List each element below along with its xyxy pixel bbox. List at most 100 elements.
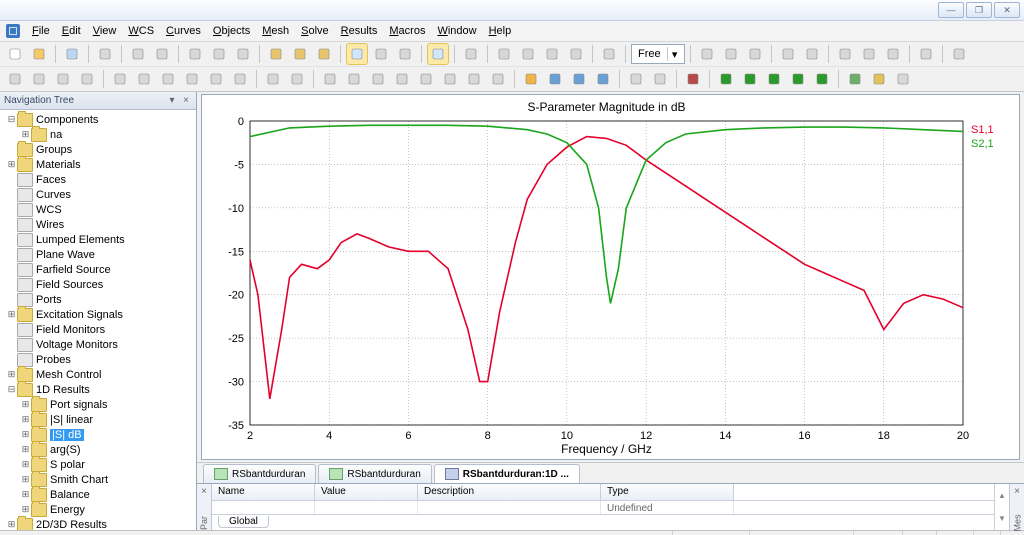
tb2-icon-22[interactable] [487,68,509,90]
expand-icon[interactable]: ⊞ [20,130,31,140]
expand-icon[interactable]: ⊞ [20,505,31,515]
tb2-icon-40[interactable] [844,68,866,90]
fit-icon[interactable] [394,43,416,65]
props-col-value[interactable]: Value [315,484,418,500]
menu-results[interactable]: Results [335,22,384,40]
tb2-icon-38[interactable] [811,68,833,90]
cut-icon[interactable] [232,43,254,65]
axis-icon[interactable] [720,43,742,65]
tb2-icon-9[interactable] [205,68,227,90]
expand-icon[interactable]: ⊞ [6,310,17,320]
navigation-tree[interactable]: ⊟Components⊞naGroups⊞MaterialsFacesCurve… [0,110,196,530]
menu-solve[interactable]: Solve [295,22,335,40]
scroll-down-icon[interactable]: ▼ [995,507,1009,530]
tree-node[interactable]: Probes [0,352,196,367]
pan-icon[interactable] [289,43,311,65]
m2-icon[interactable] [858,43,880,65]
shape4-icon[interactable] [565,43,587,65]
tb2-icon-6[interactable] [133,68,155,90]
tree-node[interactable]: ⊞Energy [0,502,196,517]
save-icon[interactable] [61,43,83,65]
menu-window[interactable]: Window [431,22,482,40]
tb2-icon-1[interactable] [28,68,50,90]
maximize-button[interactable]: ❐ [966,2,992,18]
doc-tab[interactable]: RSbantdurduran [203,464,316,483]
expand-icon[interactable]: ⊞ [6,370,17,380]
shade-icon[interactable] [598,43,620,65]
grid-icon[interactable] [696,43,718,65]
scroll-up-icon[interactable]: ▲ [995,484,1009,507]
menu-objects[interactable]: Objects [207,22,256,40]
t1-icon[interactable] [777,43,799,65]
expand-icon[interactable]: ⊞ [20,445,31,455]
props-col-type[interactable]: Type [601,484,734,500]
doc-tab[interactable]: RSbantdurduran:1D ... [434,464,580,483]
tb2-icon-21[interactable] [463,68,485,90]
open-icon[interactable] [28,43,50,65]
tree-node[interactable]: ⊞Mesh Control [0,367,196,382]
menu-help[interactable]: Help [483,22,518,40]
props-global-tab[interactable]: Global [218,516,269,528]
tree-node[interactable]: Groups [0,142,196,157]
tree-node[interactable]: Faces [0,172,196,187]
help-icon[interactable] [948,43,970,65]
tree-node[interactable]: ⊞Balance [0,487,196,502]
close-button[interactable]: ✕ [994,2,1020,18]
tree-node[interactable]: ⊞S polar [0,457,196,472]
plane-icon[interactable] [744,43,766,65]
tb2-icon-34[interactable] [715,68,737,90]
props-close-icon-2[interactable]: × [1014,486,1020,497]
tree-node[interactable]: Wires [0,217,196,232]
menu-mesh[interactable]: Mesh [256,22,295,40]
tb2-icon-37[interactable] [787,68,809,90]
tree-node[interactable]: Farfield Source [0,262,196,277]
tb2-icon-30[interactable] [649,68,671,90]
expand-icon[interactable]: ⊞ [20,475,31,485]
props-close-icon[interactable]: × [201,486,207,497]
props-mes-label[interactable]: Mes [1012,514,1022,531]
m1-icon[interactable] [834,43,856,65]
tb2-icon-13[interactable] [286,68,308,90]
props-col-name[interactable]: Name [212,484,315,500]
tree-node[interactable]: ⊞2D/3D Results [0,517,196,530]
tb2-icon-16[interactable] [343,68,365,90]
select-icon[interactable] [427,43,449,65]
tb2-icon-24[interactable] [520,68,542,90]
tree-node[interactable]: Curves [0,187,196,202]
shape3-icon[interactable] [541,43,563,65]
tree-node[interactable]: ⊟Components [0,112,196,127]
tb2-icon-8[interactable] [181,68,203,90]
menu-macros[interactable]: Macros [383,22,431,40]
expand-icon[interactable]: ⊞ [20,460,31,470]
tree-node[interactable]: Lumped Elements [0,232,196,247]
tb2-icon-20[interactable] [439,68,461,90]
tb2-icon-36[interactable] [763,68,785,90]
tree-node[interactable]: ⊞Excitation Signals [0,307,196,322]
menu-view[interactable]: View [87,22,123,40]
tree-node[interactable]: ⊞Materials [0,157,196,172]
doc-tab[interactable]: RSbantdurduran [318,464,431,483]
menu-edit[interactable]: Edit [56,22,87,40]
collapse-icon[interactable]: ⊟ [6,115,17,125]
m3-icon[interactable] [882,43,904,65]
tb2-icon-7[interactable] [157,68,179,90]
zoom-ext-icon[interactable] [370,43,392,65]
tree-node[interactable]: ⊞|S| linear [0,412,196,427]
del-icon[interactable] [915,43,937,65]
tb2-icon-29[interactable] [625,68,647,90]
shape1-icon[interactable] [493,43,515,65]
t2-icon[interactable] [801,43,823,65]
tree-node[interactable]: ⊞|S| dB [0,427,196,442]
tb2-icon-5[interactable] [109,68,131,90]
tree-node[interactable]: Field Sources [0,277,196,292]
tb2-icon-12[interactable] [262,68,284,90]
pick-icon[interactable] [460,43,482,65]
tree-node[interactable]: ⊞Smith Chart [0,472,196,487]
tb2-icon-3[interactable] [76,68,98,90]
tree-node[interactable]: Plane Wave [0,247,196,262]
tb2-icon-10[interactable] [229,68,251,90]
tree-node[interactable]: WCS [0,202,196,217]
nav-close-icon[interactable]: × [180,95,192,107]
expand-icon[interactable]: ⊞ [20,430,31,440]
minimize-button[interactable]: — [938,2,964,18]
